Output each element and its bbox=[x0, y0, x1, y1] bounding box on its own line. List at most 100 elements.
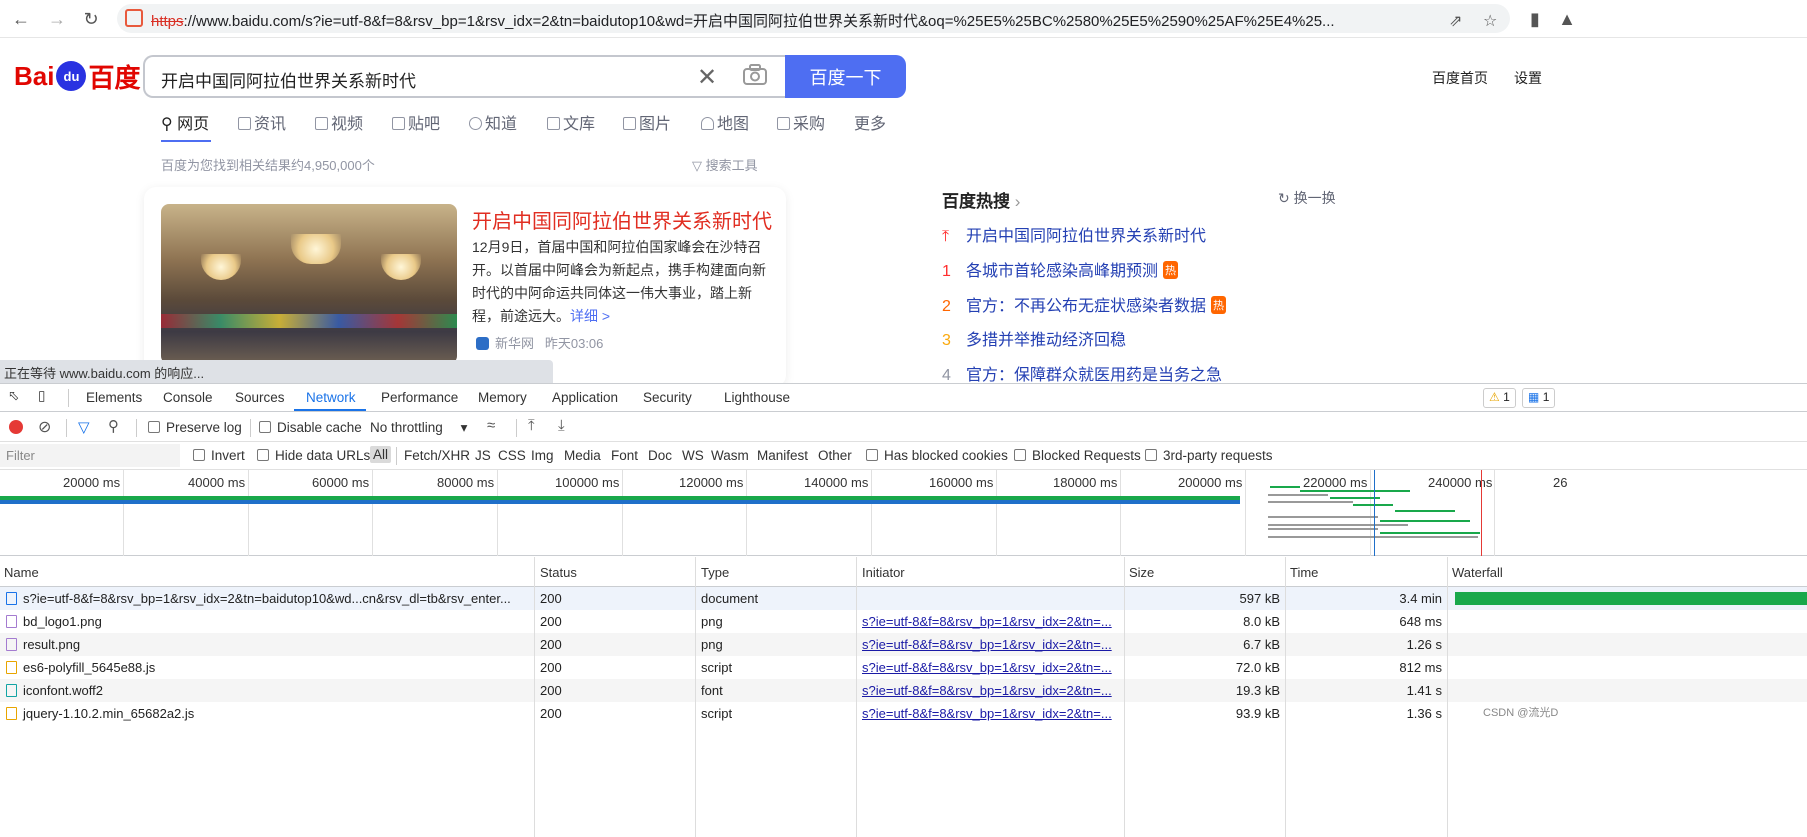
cell-initiator[interactable]: s?ie=utf-8&f=8&rsv_bp=1&rsv_idx=2&tn=... bbox=[862, 706, 1120, 721]
network-overview[interactable]: 20000 ms 40000 ms 60000 ms 80000 ms 1000… bbox=[0, 470, 1807, 556]
result-more-link[interactable]: 详细 > bbox=[570, 308, 610, 324]
column-divider[interactable] bbox=[1447, 557, 1448, 837]
search-tools-button[interactable]: ▽ 搜索工具 bbox=[692, 155, 758, 174]
hot-item[interactable]: ⤒ 开启中国同阿拉伯世界关系新时代 bbox=[942, 222, 1206, 246]
table-row[interactable]: s?ie=utf-8&f=8&rsv_bp=1&rsv_idx=2&tn=bai… bbox=[0, 587, 1807, 610]
hot-item[interactable]: 4 官方：保障群众就医用药是当务之急 bbox=[942, 361, 1222, 385]
tab-zhidao[interactable]: 知道 bbox=[469, 110, 517, 134]
cell-initiator[interactable]: s?ie=utf-8&f=8&rsv_bp=1&rsv_idx=2&tn=... bbox=[862, 637, 1120, 652]
hot-search-title[interactable]: 百度热搜 › bbox=[942, 187, 1020, 212]
filter-media[interactable]: Media bbox=[564, 448, 601, 463]
filter-input[interactable]: Filter bbox=[0, 444, 180, 467]
settings-link[interactable]: 设置 bbox=[1514, 68, 1542, 88]
column-divider[interactable] bbox=[1124, 557, 1125, 837]
insecure-icon[interactable] bbox=[125, 9, 143, 27]
tab-lighthouse[interactable]: Lighthouse bbox=[724, 390, 790, 405]
forward-icon[interactable]: → bbox=[44, 6, 70, 32]
warnings-badge[interactable]: ⚠ 1 bbox=[1483, 388, 1516, 408]
hot-item[interactable]: 1 各城市首轮感染高峰期预测热 bbox=[942, 257, 1179, 281]
tab-sources[interactable]: Sources bbox=[235, 390, 285, 405]
filter-wasm[interactable]: Wasm bbox=[711, 448, 749, 463]
result-image[interactable] bbox=[161, 204, 457, 364]
tab-elements[interactable]: Elements bbox=[86, 390, 142, 405]
filter-icon[interactable]: ▽ bbox=[78, 418, 90, 436]
table-row[interactable]: bd_logo1.png 200 png s?ie=utf-8&f=8&rsv_… bbox=[0, 610, 1807, 633]
blocked-requests-checkbox[interactable]: Blocked Requests bbox=[1014, 448, 1141, 463]
tab-performance[interactable]: Performance bbox=[381, 390, 458, 405]
export-har-icon[interactable]: ⤓ bbox=[558, 417, 565, 434]
column-time[interactable]: Time bbox=[1290, 565, 1318, 580]
column-divider[interactable] bbox=[534, 557, 535, 837]
has-blocked-cookies-checkbox[interactable]: Has blocked cookies bbox=[866, 448, 1008, 463]
tab-images[interactable]: 图片 bbox=[623, 110, 671, 134]
share-icon[interactable]: ⇗ bbox=[1449, 11, 1462, 31]
third-party-checkbox[interactable]: 3rd-party requests bbox=[1145, 448, 1273, 463]
tab-security[interactable]: Security bbox=[643, 390, 692, 405]
invert-checkbox[interactable]: Invert bbox=[193, 448, 245, 463]
search-button[interactable]: 百度一下 bbox=[785, 55, 906, 98]
table-row[interactable]: result.png 200 png s?ie=utf-8&f=8&rsv_bp… bbox=[0, 633, 1807, 656]
filter-other[interactable]: Other bbox=[818, 448, 852, 463]
messages-badge[interactable]: ▦ 1 bbox=[1522, 388, 1556, 408]
camera-icon[interactable] bbox=[743, 64, 767, 86]
tab-news[interactable]: 资讯 bbox=[238, 110, 286, 134]
clear-icon[interactable]: ✕ bbox=[697, 63, 717, 92]
back-icon[interactable]: ← bbox=[8, 6, 34, 32]
cell-initiator[interactable]: s?ie=utf-8&f=8&rsv_bp=1&rsv_idx=2&tn=... bbox=[862, 683, 1120, 698]
inspect-icon[interactable]: ⬁ bbox=[8, 388, 19, 404]
throttling-select[interactable]: No throttling ▾ bbox=[370, 420, 467, 436]
tab-purchase[interactable]: 采购 bbox=[777, 110, 825, 134]
filter-img[interactable]: Img bbox=[531, 448, 554, 463]
tab-console[interactable]: Console bbox=[163, 390, 213, 405]
column-status[interactable]: Status bbox=[540, 565, 577, 580]
column-divider[interactable] bbox=[856, 557, 857, 837]
clear-icon[interactable]: ⊘ bbox=[38, 417, 51, 437]
import-har-icon[interactable]: ⤒ bbox=[528, 417, 535, 434]
search-icon[interactable]: ⚲ bbox=[108, 417, 119, 435]
reload-icon[interactable]: ↻ bbox=[78, 6, 104, 32]
filter-all[interactable]: All bbox=[370, 446, 392, 463]
disable-cache-checkbox[interactable]: Disable cache bbox=[259, 420, 362, 435]
url-text[interactable]: https://www.baidu.com/s?ie=utf-8&f=8&rsv… bbox=[151, 10, 1451, 31]
tab-network[interactable]: Network bbox=[306, 390, 356, 405]
tab-video[interactable]: 视频 bbox=[315, 110, 363, 134]
column-waterfall[interactable]: Waterfall bbox=[1452, 565, 1503, 580]
column-name[interactable]: Name bbox=[4, 565, 39, 580]
record-icon[interactable] bbox=[9, 420, 23, 434]
device-toggle-icon[interactable]: ▯ bbox=[38, 388, 45, 404]
address-bar[interactable]: https://www.baidu.com/s?ie=utf-8&f=8&rsv… bbox=[117, 4, 1510, 33]
search-input-value[interactable]: 开启中国同阿拉伯世界关系新时代 bbox=[161, 67, 416, 92]
preserve-log-checkbox[interactable]: Preserve log bbox=[148, 420, 242, 435]
tab-wenku[interactable]: 文库 bbox=[547, 110, 595, 134]
search-input[interactable]: 开启中国同阿拉伯世界关系新时代 ✕ bbox=[143, 55, 786, 98]
filter-manifest[interactable]: Manifest bbox=[757, 448, 808, 463]
tab-memory[interactable]: Memory bbox=[478, 390, 527, 405]
filter-ws[interactable]: WS bbox=[682, 448, 704, 463]
filter-doc[interactable]: Doc bbox=[648, 448, 672, 463]
extension-icon[interactable]: ▮ bbox=[1522, 6, 1548, 32]
tab-more[interactable]: 更多 bbox=[854, 110, 886, 134]
labs-icon[interactable]: ▲ bbox=[1554, 6, 1580, 32]
tab-web[interactable]: ⚲ 网页 bbox=[161, 110, 209, 134]
hot-item[interactable]: 2 官方：不再公布无症状感染者数据热 bbox=[942, 292, 1227, 316]
filter-font[interactable]: Font bbox=[611, 448, 638, 463]
bookmark-star-icon[interactable]: ☆ bbox=[1483, 11, 1497, 31]
network-conditions-icon[interactable]: ≈ bbox=[487, 417, 495, 434]
tab-application[interactable]: Application bbox=[552, 390, 618, 405]
cell-initiator[interactable]: s?ie=utf-8&f=8&rsv_bp=1&rsv_idx=2&tn=... bbox=[862, 660, 1120, 675]
tab-tieba[interactable]: 贴吧 bbox=[392, 110, 440, 134]
home-link[interactable]: 百度首页 bbox=[1432, 68, 1488, 88]
result-title[interactable]: 开启中国同阿拉伯世界关系新时代 bbox=[472, 205, 772, 234]
table-row[interactable]: iconfont.woff2 200 font s?ie=utf-8&f=8&r… bbox=[0, 679, 1807, 702]
filter-css[interactable]: CSS bbox=[498, 448, 526, 463]
baidu-logo[interactable]: Bai du 百度 bbox=[14, 56, 140, 96]
column-type[interactable]: Type bbox=[701, 565, 729, 580]
cell-initiator[interactable]: s?ie=utf-8&f=8&rsv_bp=1&rsv_idx=2&tn=... bbox=[862, 614, 1120, 629]
table-row[interactable]: es6-polyfill_5645e88.js 200 script s?ie=… bbox=[0, 656, 1807, 679]
column-size[interactable]: Size bbox=[1129, 565, 1154, 580]
column-divider[interactable] bbox=[1285, 557, 1286, 837]
column-divider[interactable] bbox=[695, 557, 696, 837]
hide-data-urls-checkbox[interactable]: Hide data URLs bbox=[257, 448, 370, 463]
filter-js[interactable]: JS bbox=[475, 448, 491, 463]
tab-map[interactable]: 地图 bbox=[701, 110, 749, 134]
